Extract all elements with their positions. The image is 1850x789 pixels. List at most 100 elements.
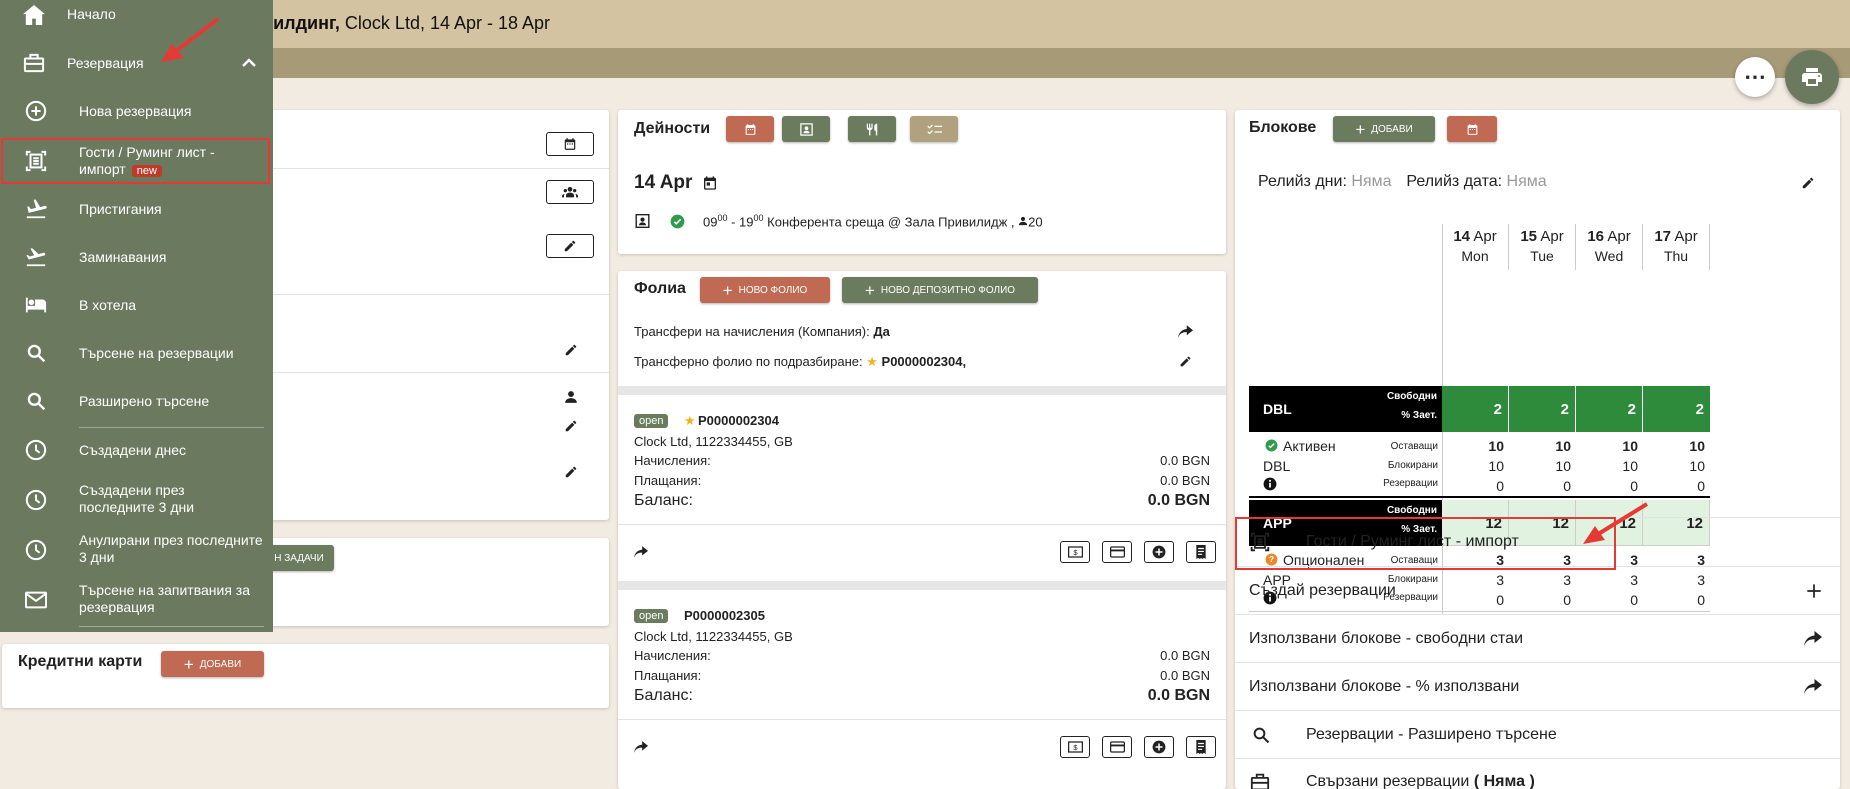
mail-icon <box>24 588 48 612</box>
calendar-icon <box>745 123 755 135</box>
highlight-guests-import <box>1235 517 1616 570</box>
free-cell: 2 <box>1442 386 1509 432</box>
folio-item: open P0000002305 Clock Ltd, 1122334455, … <box>618 590 1226 776</box>
folios-title: Фолиа <box>634 280 686 297</box>
cash-icon: $ <box>1067 741 1083 753</box>
receipt-icon <box>1196 545 1206 559</box>
invoice-button[interactable] <box>1186 541 1216 563</box>
sidebar-item-new-reservation[interactable]: Нова резервация <box>0 92 273 130</box>
add-block-button[interactable]: + ДОБАВИ <box>1333 116 1435 142</box>
calendar-icon[interactable] <box>702 175 718 191</box>
activity-meeting-button[interactable] <box>782 116 830 142</box>
add-charge-button[interactable] <box>1144 541 1174 563</box>
payments-value: 0.0 BGN <box>1160 668 1210 683</box>
new-folio-button[interactable]: + НОВО ФОЛИО <box>700 277 830 303</box>
sidebar-item-created-last-3-days[interactable]: Създадени през последните 3 дни <box>0 478 273 522</box>
folio-number[interactable]: P0000002305 <box>684 608 765 623</box>
group-button[interactable] <box>546 180 594 204</box>
activity-restaurant-button[interactable] <box>848 116 896 142</box>
person-icon[interactable] <box>564 390 578 404</box>
add-charge-button[interactable] <box>1144 736 1174 758</box>
annotation-arrow-icon <box>161 17 220 62</box>
charges-label: Начисления: <box>634 648 711 663</box>
more-dots-icon: ⋯ <box>1744 64 1766 89</box>
printer-icon <box>1802 68 1822 86</box>
search-icon <box>1253 727 1270 743</box>
pencil-icon[interactable] <box>1179 355 1192 368</box>
sidebar-item-arrivals[interactable]: Пристигания <box>0 190 273 228</box>
card-payment-button[interactable] <box>1102 541 1132 563</box>
folios-card: Фолиа + НОВО ФОЛИО + НОВО ДЕПОЗИТНО ФОЛИО … <box>618 271 1226 789</box>
charges-label: Начисления: <box>634 453 711 468</box>
calendar-button[interactable] <box>546 132 594 156</box>
pencil-icon[interactable] <box>564 419 578 433</box>
add-credit-card-button[interactable]: + ДОБАВИ <box>161 651 264 677</box>
pencil-icon <box>564 240 576 252</box>
forward-arrow-icon[interactable] <box>1178 325 1193 338</box>
action-used-blocks-free[interactable]: Използвани блокове - свободни стаи <box>1235 614 1840 662</box>
sidebar-item-created-today[interactable]: Създадени днес <box>0 431 273 469</box>
charges-value: 0.0 BGN <box>1160 648 1210 663</box>
sidebar-item-cancelled-last-3-days[interactable]: Анулирани през последните 3 дни <box>0 528 273 572</box>
block-calendar-button[interactable] <box>1447 116 1497 142</box>
top-bar: билдинг, Clock Ltd, 14 Apr - 18 Apr <box>0 0 1850 48</box>
sidebar-item-search-reservations[interactable]: Търсене на резервации <box>0 334 273 372</box>
sidebar-item-advanced-search[interactable]: Разширено търсене <box>0 382 273 420</box>
info-icon[interactable] <box>1263 477 1277 491</box>
day-header: 15 Apr Tue <box>1509 224 1576 270</box>
more-actions-button[interactable]: ⋯ <box>1735 57 1775 97</box>
payments-label: Плащания: <box>634 668 702 683</box>
activity-event[interactable]: 0900 - 1900 Конферента среща @ Зала Прив… <box>703 213 1043 229</box>
pencil-icon[interactable] <box>564 343 578 357</box>
clock-icon <box>24 538 48 562</box>
cash-button[interactable]: $ <box>1060 736 1090 758</box>
check-circle-icon <box>1265 439 1278 452</box>
sidebar-item-search-inquiries[interactable]: Търсене на запитвания за резервация <box>0 578 273 622</box>
home-icon <box>22 3 46 27</box>
card-payment-button[interactable] <box>1102 736 1132 758</box>
tasks-button[interactable]: Н ЗАДАЧИ <box>264 545 334 571</box>
action-used-blocks-percent[interactable]: Използвани блокове - % използвани <box>1235 662 1840 710</box>
star-icon: ★ <box>866 354 878 369</box>
sidebar-item-home[interactable]: Начало <box>0 0 273 30</box>
balance-label: Баланс: <box>634 687 693 704</box>
folio-number[interactable]: P0000002304 <box>698 413 779 428</box>
cutlery-icon <box>866 123 878 135</box>
add-circle-icon <box>1152 740 1166 754</box>
activity-calendar-button[interactable] <box>726 116 774 142</box>
free-cell: 2 <box>1643 386 1710 432</box>
add-circle-icon <box>24 99 48 123</box>
print-button[interactable] <box>1785 50 1839 104</box>
status-badge: open <box>634 609 669 623</box>
edit-outline-button[interactable] <box>546 234 594 258</box>
sidebar-item-in-house[interactable]: В хотела <box>0 286 273 324</box>
forward-arrow-icon[interactable] <box>634 741 648 753</box>
room-type-header[interactable]: DBL Свободни % Зает. <box>1249 386 1442 432</box>
cash-button[interactable]: $ <box>1060 541 1090 563</box>
clock-icon <box>24 488 48 512</box>
pencil-icon[interactable] <box>1801 176 1815 190</box>
sidebar-item-departures[interactable]: Заминавания <box>0 238 273 276</box>
invoice-button[interactable] <box>1186 736 1216 758</box>
svg-text:$: $ <box>1073 548 1078 557</box>
sidebar-item-reservation[interactable]: Резервация <box>0 44 273 82</box>
credit-card-icon <box>1109 741 1125 753</box>
meeting-icon <box>635 214 650 228</box>
forward-arrow-icon[interactable] <box>634 546 648 558</box>
search-icon <box>24 341 48 365</box>
receipt-icon <box>1196 740 1206 754</box>
credit-card-icon <box>1109 546 1125 558</box>
action-advanced-search[interactable]: Резервации - Разширено търсене <box>1235 710 1840 758</box>
free-cell: 2 <box>1509 386 1576 432</box>
plane-landing-icon <box>24 197 48 221</box>
new-deposit-folio-button[interactable]: + НОВО ДЕПОЗИТНО ФОЛИО <box>842 277 1038 303</box>
activities-date: 14 Apr <box>634 172 718 194</box>
action-linked-reservations[interactable]: Свързани резервации ( Няма ) <box>1235 758 1840 789</box>
activity-checklist-button[interactable] <box>910 116 958 142</box>
action-create-reservations[interactable]: Създай резервации <box>1235 566 1840 614</box>
star-icon: ★ <box>684 413 696 428</box>
plus-icon <box>1807 583 1821 598</box>
annotation-arrow-icon <box>1583 502 1649 544</box>
activities-title: Дейности <box>634 120 711 137</box>
pencil-icon[interactable] <box>564 465 578 479</box>
